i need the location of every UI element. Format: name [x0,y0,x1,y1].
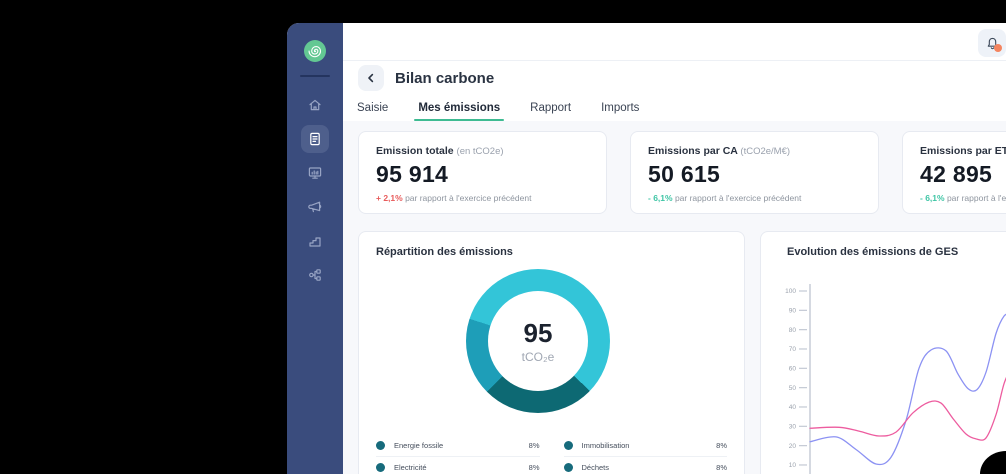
chevron-left-icon [365,72,377,84]
notification-badge [994,44,1002,52]
bar-chart-icon [307,233,323,249]
line-chart-title: Evolution des émissions de GES [787,246,958,258]
stat-card: Emissions par ETP (tCO2e/ETP) 42 895 - 6,1… [902,131,1006,214]
sidebar-nav [301,91,329,289]
line-chart-svg: 100 90 80 70 60 50 40 30 20 10 [761,260,1006,474]
legend-dot-icon [564,441,573,450]
sidebar-item-home[interactable] [301,91,329,119]
page-header: Bilan carbone Saisie Mes émissions Rapport… [343,61,1006,121]
app-window: Bilan carbone Saisie Mes émissions Rapport… [287,23,1006,474]
back-button[interactable] [358,65,384,91]
legend-item: Déchets8% [564,457,728,474]
legend-dot-icon [376,441,385,450]
legend-label: Déchets [582,463,717,472]
content: Emission totale (en tCO2e) 95 914 + 2,1% p… [343,121,1006,474]
monitor-icon [307,165,323,181]
y-tick-label: 90 [789,308,797,315]
line-series-1 [810,313,1006,464]
y-tick-label: 100 [785,288,796,295]
donut-center: 95 tCO₂e [488,291,588,391]
legend-label: Electricité [394,463,529,472]
stat-card-title: Emissions par CA (tCO2e/M€) [648,145,861,157]
megaphone-icon [307,199,323,215]
main-area: Bilan carbone Saisie Mes émissions Rapport… [343,23,1006,474]
stat-card-delta: - 6,1% par rapport à l'exercice précéden… [920,193,1006,203]
legend-dot-icon [564,463,573,472]
stat-card-delta-percent: - 6,1% [648,193,673,203]
emissions-repartition-card: Répartition des émissions 95 tCO₂e Energ… [358,231,745,474]
screenshot-stage: Bilan carbone Saisie Mes émissions Rapport… [0,0,1006,474]
sidebar-item-dashboard[interactable] [301,159,329,187]
legend-value: 8% [529,441,540,450]
legend-dot-icon [376,463,385,472]
stat-card-title: Emissions par ETP (tCO2e/ETP) [920,145,1006,157]
stat-card-value: 95 914 [376,161,589,188]
stat-card-value: 50 615 [648,161,861,188]
legend-item: Electricité8% [376,457,540,474]
y-tick-label: 50 [789,385,797,392]
notifications-button[interactable] [978,29,1006,57]
legend-item: Immobilisation8% [564,435,728,457]
donut-legend: Energie fossile8%Immobilisation8%Electri… [376,435,727,474]
sidebar-item-documents[interactable] [301,125,329,153]
legend-value: 8% [716,463,727,472]
tab-saisie[interactable]: Saisie [355,98,390,121]
tab-imports[interactable]: Imports [599,98,641,121]
y-tick-label: 40 [789,404,797,411]
spiral-logo-icon[interactable] [304,40,326,62]
stat-card-value: 42 895 [920,161,1006,188]
legend-item: Energie fossile8% [376,435,540,457]
stat-card-delta-percent: + 2,1% [376,193,403,203]
stat-card-delta: + 2,1% par rapport à l'exercice précéden… [376,193,589,203]
legend-value: 8% [716,441,727,450]
ges-evolution-card: Evolution des émissions de GES 100 90 80 70… [760,231,1006,474]
line-series-2 [810,368,1006,440]
page-title: Bilan carbone [395,70,494,87]
tab-bar: Saisie Mes émissions Rapport Imports [355,98,641,121]
tab-rapport[interactable]: Rapport [528,98,573,121]
sidebar-divider [300,75,330,77]
sidebar [287,23,343,474]
topbar [343,23,1006,61]
donut-chart: 95 tCO₂e [466,269,610,413]
sidebar-item-statistics[interactable] [301,227,329,255]
y-tick-label: 60 [789,366,797,373]
donut-chart-title: Répartition des émissions [376,246,513,258]
network-icon [307,267,323,283]
stat-card: Emission totale (en tCO2e) 95 914 + 2,1% p… [358,131,607,214]
donut-center-value: 95 [524,318,553,349]
legend-label: Immobilisation [582,441,717,450]
stat-card-delta: - 6,1% par rapport à l'exercice précéden… [648,193,861,203]
stat-card-unit: (en tCO2e) [457,146,504,157]
y-tick-label: 20 [789,443,797,450]
y-tick-label: 80 [789,327,797,334]
legend-value: 8% [529,463,540,472]
stat-card: Emissions par CA (tCO2e/M€) 50 615 - 6,1% … [630,131,879,214]
stat-card-title: Emission totale (en tCO2e) [376,145,589,157]
stat-card-unit: (tCO2e/M€) [740,146,790,157]
home-icon [307,97,323,113]
stat-card-delta-percent: - 6,1% [920,193,945,203]
tab-mes-missions[interactable]: Mes émissions [416,98,502,121]
donut-center-unit: tCO₂e [522,350,555,364]
y-tick-label: 70 [789,346,797,353]
document-icon [307,131,323,147]
sidebar-item-organisation[interactable] [301,261,329,289]
legend-label: Energie fossile [394,441,529,450]
sidebar-item-announcements[interactable] [301,193,329,221]
y-tick-label: 10 [789,462,797,469]
y-tick-label: 30 [789,424,797,431]
